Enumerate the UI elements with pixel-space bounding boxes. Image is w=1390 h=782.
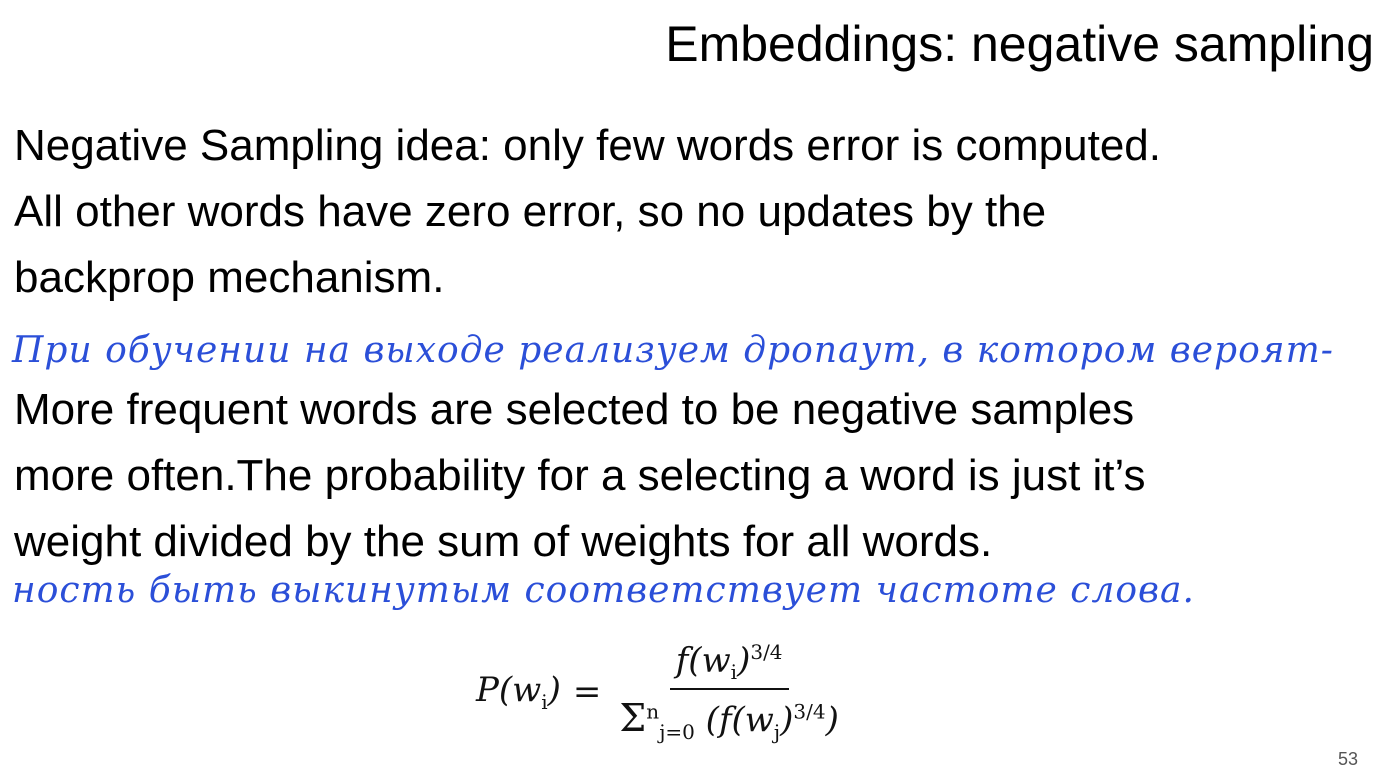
formula-lhs: P(wi): [476, 670, 561, 714]
paragraph-2-line-2: more often.The probability for a selecti…: [14, 451, 1146, 500]
handwritten-note-line-1: При обучении на выходе реализуем дропаут…: [12, 330, 1334, 371]
probability-formula: P(wi) = f(wi)3/4 Σnj=0 (f(wj)3/4): [476, 640, 845, 744]
formula-denominator: Σnj=0 (f(wj)3/4): [619, 696, 839, 744]
handwritten-note-line-2: ность быть выкинутым соответствует часто…: [12, 570, 1195, 611]
formula-numerator: f(wi)3/4: [669, 640, 789, 691]
paragraph-1-line-2: All other words have zero error, so no u…: [14, 187, 1047, 236]
paragraph-1-line-3: backprop mechanism.: [14, 253, 445, 302]
paragraph-2-line-3: weight divided by the sum of weights for…: [14, 517, 993, 566]
slide-title: Embeddings: negative sampling: [665, 16, 1374, 72]
slide: Embeddings: negative sampling Negative S…: [0, 0, 1390, 782]
formula-fraction: f(wi)3/4 Σnj=0 (f(wj)3/4): [613, 640, 844, 744]
paragraph-1-line-1: Negative Sampling idea: only few words e…: [14, 121, 1161, 170]
page-number: 53: [1337, 749, 1358, 769]
paragraph-2-line-1: More frequent words are selected to be n…: [14, 385, 1135, 434]
formula-equals: =: [572, 671, 602, 712]
